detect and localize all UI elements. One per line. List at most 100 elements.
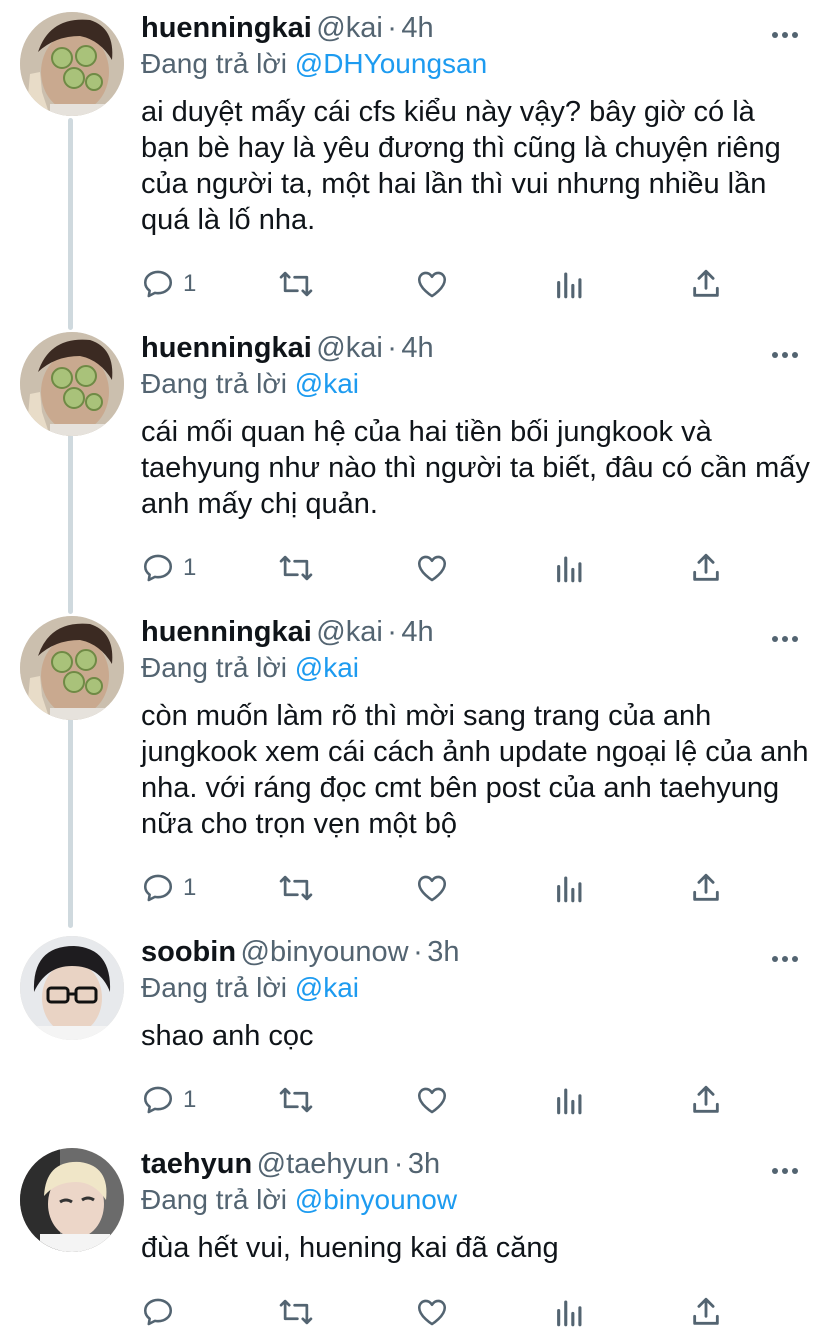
- user-handle[interactable]: @kai: [316, 616, 383, 648]
- display-name[interactable]: huenningkai: [141, 332, 312, 364]
- reply-icon: [141, 551, 175, 585]
- retweet-button[interactable]: [277, 1080, 315, 1120]
- replying-to: Đang trả lời @kai: [141, 652, 359, 684]
- analytics-button[interactable]: [553, 1292, 587, 1332]
- action-bar: 1: [141, 1080, 741, 1120]
- action-bar: 1: [141, 548, 741, 588]
- avatar[interactable]: [20, 12, 124, 116]
- tweet[interactable]: taehyun @taehyun · 3h Đang trả lời @biny…: [0, 1148, 828, 1342]
- display-name[interactable]: huenningkai: [141, 616, 312, 648]
- retweet-button[interactable]: [277, 1292, 315, 1332]
- share-button[interactable]: [689, 1080, 723, 1120]
- user-handle[interactable]: @kai: [316, 332, 383, 364]
- retweet-button[interactable]: [277, 264, 315, 304]
- display-name[interactable]: huenningkai: [141, 12, 312, 44]
- tweet-text: shao anh cọc: [141, 1020, 314, 1052]
- share-icon: [689, 1295, 723, 1329]
- tweet[interactable]: huenningkai @kai · 4h Đang trả lời @DHYo…: [0, 12, 828, 322]
- timestamp[interactable]: 4h: [401, 332, 433, 364]
- reply-count: 1: [183, 874, 197, 901]
- tweet-text: đùa hết vui, huening kai đã căng: [141, 1232, 559, 1264]
- tweet[interactable]: huenningkai @kai · 4h Đang trả lời @kai …: [0, 616, 828, 916]
- tweet-text: ai duyệt mấy cái cfs kiểu này vậy? bây g…: [141, 96, 781, 236]
- reply-button[interactable]: 1: [141, 868, 196, 908]
- retweet-button[interactable]: [277, 868, 315, 908]
- like-button[interactable]: [415, 548, 449, 588]
- reply-count: 1: [183, 270, 197, 297]
- share-button[interactable]: [689, 264, 723, 304]
- tweet-header: huenningkai @kai · 4h: [141, 332, 808, 372]
- like-button[interactable]: [415, 868, 449, 908]
- tweet-header: huenningkai @kai · 4h: [141, 616, 808, 656]
- more-icon[interactable]: [772, 1156, 798, 1176]
- timestamp[interactable]: 4h: [401, 12, 433, 44]
- replying-label: Đang trả lời: [141, 48, 287, 79]
- analytics-icon: [553, 551, 587, 585]
- analytics-icon: [553, 267, 587, 301]
- avatar[interactable]: [20, 616, 124, 720]
- mention-link[interactable]: @kai: [295, 652, 359, 683]
- more-icon[interactable]: [772, 340, 798, 360]
- replying-label: Đang trả lời: [141, 1184, 287, 1215]
- like-button[interactable]: [415, 1292, 449, 1332]
- replying-to: Đang trả lời @binyounow: [141, 1184, 457, 1216]
- tweet[interactable]: huenningkai @kai · 4h Đang trả lời @kai …: [0, 332, 828, 602]
- retweet-button[interactable]: [277, 548, 315, 588]
- tweet-header: soobin @binyounow · 3h: [141, 936, 808, 976]
- mention-link[interactable]: @binyounow: [295, 1184, 457, 1215]
- tweet-text: còn muốn làm rõ thì mời sang trang của a…: [141, 700, 809, 840]
- display-name[interactable]: soobin: [141, 936, 236, 968]
- reply-button[interactable]: [141, 1292, 175, 1332]
- more-icon[interactable]: [772, 944, 798, 964]
- share-icon: [689, 551, 723, 585]
- share-button[interactable]: [689, 548, 723, 588]
- like-button[interactable]: [415, 1080, 449, 1120]
- more-icon[interactable]: [772, 624, 798, 644]
- like-icon: [415, 871, 449, 905]
- replying-label: Đang trả lời: [141, 368, 287, 399]
- avatar[interactable]: [20, 1148, 124, 1252]
- separator-dot: ·: [393, 1148, 404, 1180]
- action-bar: 1: [141, 264, 741, 304]
- reply-button[interactable]: 1: [141, 1080, 196, 1120]
- timestamp[interactable]: 4h: [401, 616, 433, 648]
- like-icon: [415, 267, 449, 301]
- timestamp[interactable]: 3h: [408, 1148, 440, 1180]
- analytics-button[interactable]: [553, 548, 587, 588]
- like-icon: [415, 551, 449, 585]
- tweet-text: cái mối quan hệ của hai tiền bối jungkoo…: [141, 416, 810, 520]
- share-icon: [689, 267, 723, 301]
- display-name[interactable]: taehyun: [141, 1148, 252, 1180]
- mention-link[interactable]: @DHYoungsan: [295, 48, 487, 79]
- replying-to: Đang trả lời @DHYoungsan: [141, 48, 487, 80]
- mention-link[interactable]: @kai: [295, 972, 359, 1003]
- replying-label: Đang trả lời: [141, 972, 287, 1003]
- user-handle[interactable]: @taehyun: [257, 1148, 390, 1180]
- timestamp[interactable]: 3h: [427, 936, 459, 968]
- action-bar: 1: [141, 868, 741, 908]
- user-handle[interactable]: @binyounow: [241, 936, 409, 968]
- reply-button[interactable]: 1: [141, 264, 196, 304]
- tweet[interactable]: soobin @binyounow · 3h Đang trả lời @kai…: [0, 936, 828, 1126]
- reply-count: 1: [183, 1086, 197, 1113]
- retweet-icon: [277, 871, 315, 905]
- avatar[interactable]: [20, 332, 124, 436]
- mention-link[interactable]: @kai: [295, 368, 359, 399]
- analytics-button[interactable]: [553, 868, 587, 908]
- reply-button[interactable]: 1: [141, 548, 196, 588]
- analytics-button[interactable]: [553, 264, 587, 304]
- separator-dot: ·: [387, 332, 397, 364]
- replying-to: Đang trả lời @kai: [141, 368, 359, 400]
- more-icon[interactable]: [772, 20, 798, 40]
- like-button[interactable]: [415, 264, 449, 304]
- analytics-button[interactable]: [553, 1080, 587, 1120]
- analytics-icon: [553, 1083, 587, 1117]
- share-button[interactable]: [689, 868, 723, 908]
- reply-icon: [141, 1295, 175, 1329]
- avatar[interactable]: [20, 936, 124, 1040]
- user-handle[interactable]: @kai: [316, 12, 383, 44]
- like-icon: [415, 1083, 449, 1117]
- retweet-icon: [277, 551, 315, 585]
- reply-count: 1: [183, 554, 197, 581]
- share-button[interactable]: [689, 1292, 723, 1332]
